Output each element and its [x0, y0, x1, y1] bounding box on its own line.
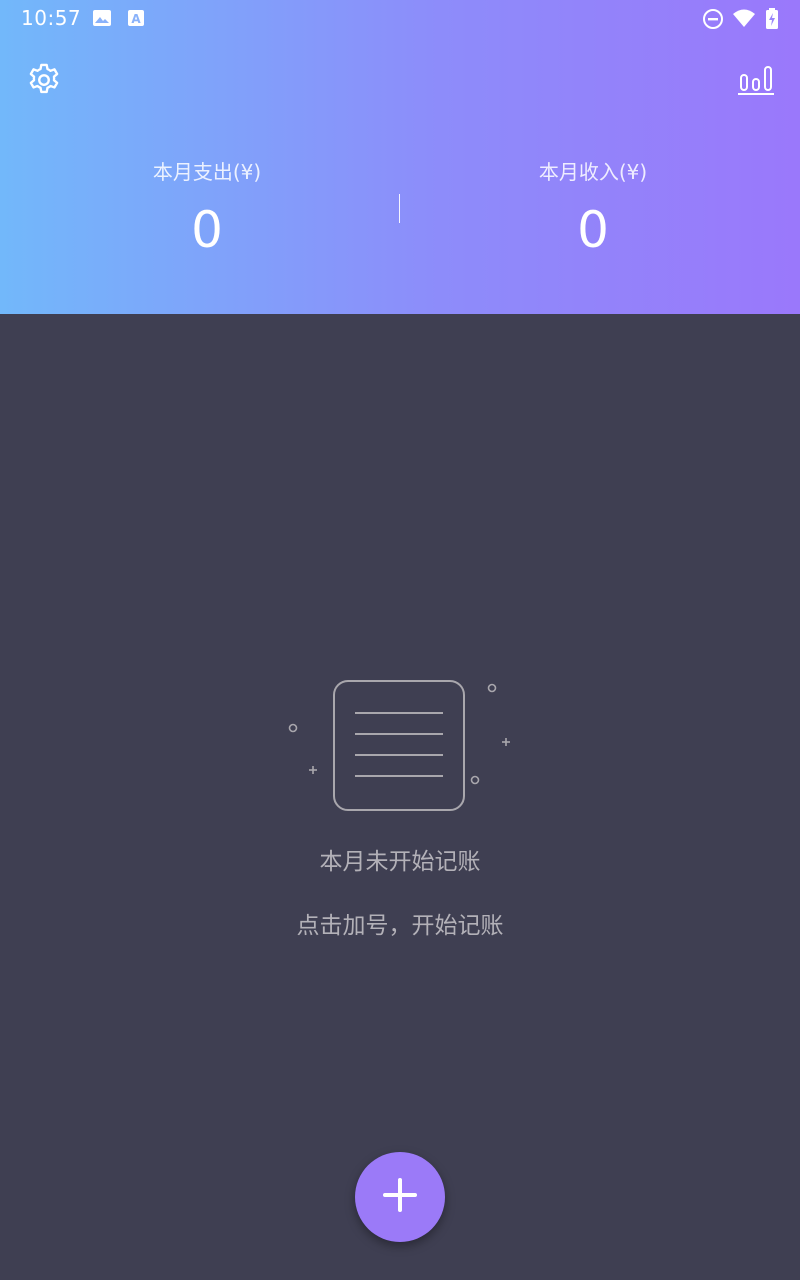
status-time: 10:57	[21, 6, 82, 30]
income-label: 本月收入(¥)	[538, 160, 648, 184]
add-record-button[interactable]	[355, 1152, 445, 1242]
font-a-icon: A	[127, 8, 145, 32]
income-summary[interactable]: 本月收入(¥) 0	[393, 156, 793, 260]
statistics-button[interactable]	[734, 60, 778, 104]
empty-state-hint: 点击加号，开始记账	[296, 913, 504, 939]
status-bar: 10:57 A	[0, 0, 800, 36]
income-value: 0	[577, 201, 609, 259]
expense-label: 本月支出(¥)	[152, 160, 262, 184]
empty-notebook-icon	[280, 670, 520, 820]
image-icon	[92, 8, 112, 32]
do-not-disturb-icon	[702, 8, 724, 34]
header-summary-panel: 10:57 A 本月支出(¥) 0 本月收入(¥) 0	[0, 0, 800, 314]
battery-charging-icon	[765, 8, 779, 34]
plus-icon	[382, 1177, 418, 1217]
wifi-icon	[732, 8, 756, 32]
expense-summary[interactable]: 本月支出(¥) 0	[7, 156, 407, 260]
svg-text:A: A	[131, 12, 141, 26]
gear-icon	[25, 61, 63, 103]
bar-chart-icon	[737, 63, 775, 101]
settings-button[interactable]	[22, 60, 66, 104]
empty-state-title: 本月未开始记账	[319, 849, 481, 875]
expense-value: 0	[191, 201, 223, 259]
